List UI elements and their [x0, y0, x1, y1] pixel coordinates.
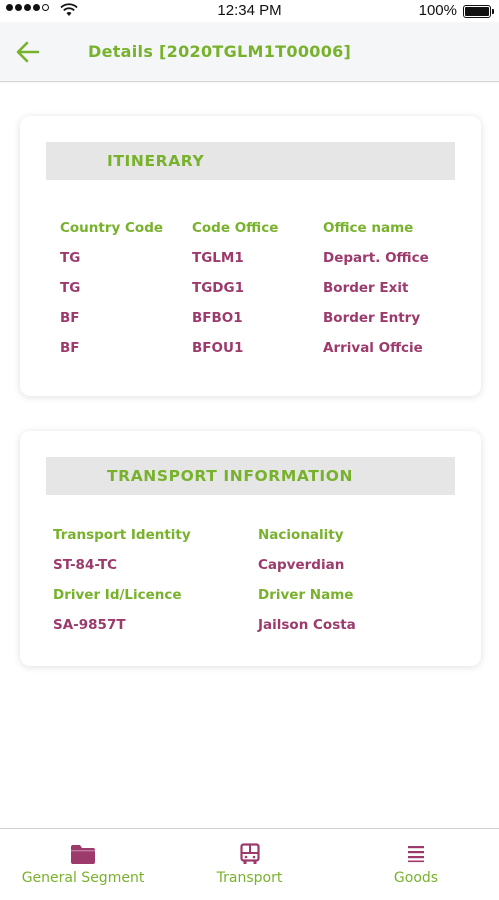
folder-icon — [71, 845, 95, 864]
app-header: Details [2020TGLM1T00006] — [0, 22, 499, 82]
itinerary-row-2-country-code: TG — [60, 280, 81, 296]
transport-identity-value: ST-84-TC — [53, 557, 118, 573]
nav-label-general-segment: General Segment — [21, 870, 145, 886]
itinerary-row-1-code-office: TGLM1 — [192, 250, 244, 266]
transport-identity-label: Transport Identity — [53, 527, 191, 543]
itinerary-row-3-country-code: BF — [60, 310, 80, 326]
nav-label-transport: Transport — [216, 870, 283, 886]
status-bar: 12:34 PM 100% — [0, 0, 499, 22]
itinerary-row-1-office-name: Depart. Office — [323, 250, 429, 266]
nav-label-goods: Goods — [393, 870, 439, 886]
transport-information-card: TRANSPORT INFORMATION Transport Identity… — [20, 431, 481, 666]
itinerary-row-2-code-office: TGDG1 — [192, 280, 244, 296]
bottom-navigation: General Segment Transport Goods — [0, 828, 499, 900]
transport-information-title: TRANSPORT INFORMATION — [46, 457, 455, 495]
column-header-country-code: Country Code — [60, 220, 164, 236]
driver-id-value: SA-9857T — [53, 617, 126, 633]
itinerary-row-4-country-code: BF — [60, 340, 80, 356]
itinerary-row-2-office-name: Border Exit — [323, 280, 409, 296]
itinerary-card: ITINERARY Country Code Code Office Offic… — [20, 116, 481, 396]
itinerary-row-4-code-office: BFOU1 — [192, 340, 244, 356]
bus-icon — [239, 843, 260, 864]
details-content[interactable]: ITINERARY Country Code Code Office Offic… — [0, 83, 499, 828]
column-header-office-name: Office name — [323, 220, 414, 236]
itinerary-row-1-country-code: TG — [60, 250, 81, 266]
nav-item-general-segment[interactable]: General Segment — [0, 829, 166, 900]
nationality-label: Nacionality — [258, 527, 344, 543]
back-arrow-icon[interactable] — [14, 38, 42, 66]
battery-icon — [463, 5, 494, 18]
list-icon — [408, 846, 424, 863]
nav-item-goods[interactable]: Goods — [333, 829, 499, 900]
itinerary-title: ITINERARY — [46, 142, 455, 180]
nav-item-transport[interactable]: Transport — [166, 829, 333, 900]
battery-percentage: 100% — [418, 2, 457, 19]
driver-name-value: Jailson Costa — [258, 617, 356, 633]
column-header-code-office: Code Office — [192, 220, 279, 236]
itinerary-row-4-office-name: Arrival Offcie — [323, 340, 423, 356]
itinerary-row-3-code-office: BFBO1 — [192, 310, 243, 326]
nationality-value: Capverdian — [258, 557, 345, 573]
itinerary-row-3-office-name: Border Entry — [323, 310, 421, 326]
page-title: Details [2020TGLM1T00006] — [88, 42, 352, 61]
driver-id-label: Driver Id/Licence — [53, 587, 182, 603]
driver-name-label: Driver Name — [258, 587, 354, 603]
